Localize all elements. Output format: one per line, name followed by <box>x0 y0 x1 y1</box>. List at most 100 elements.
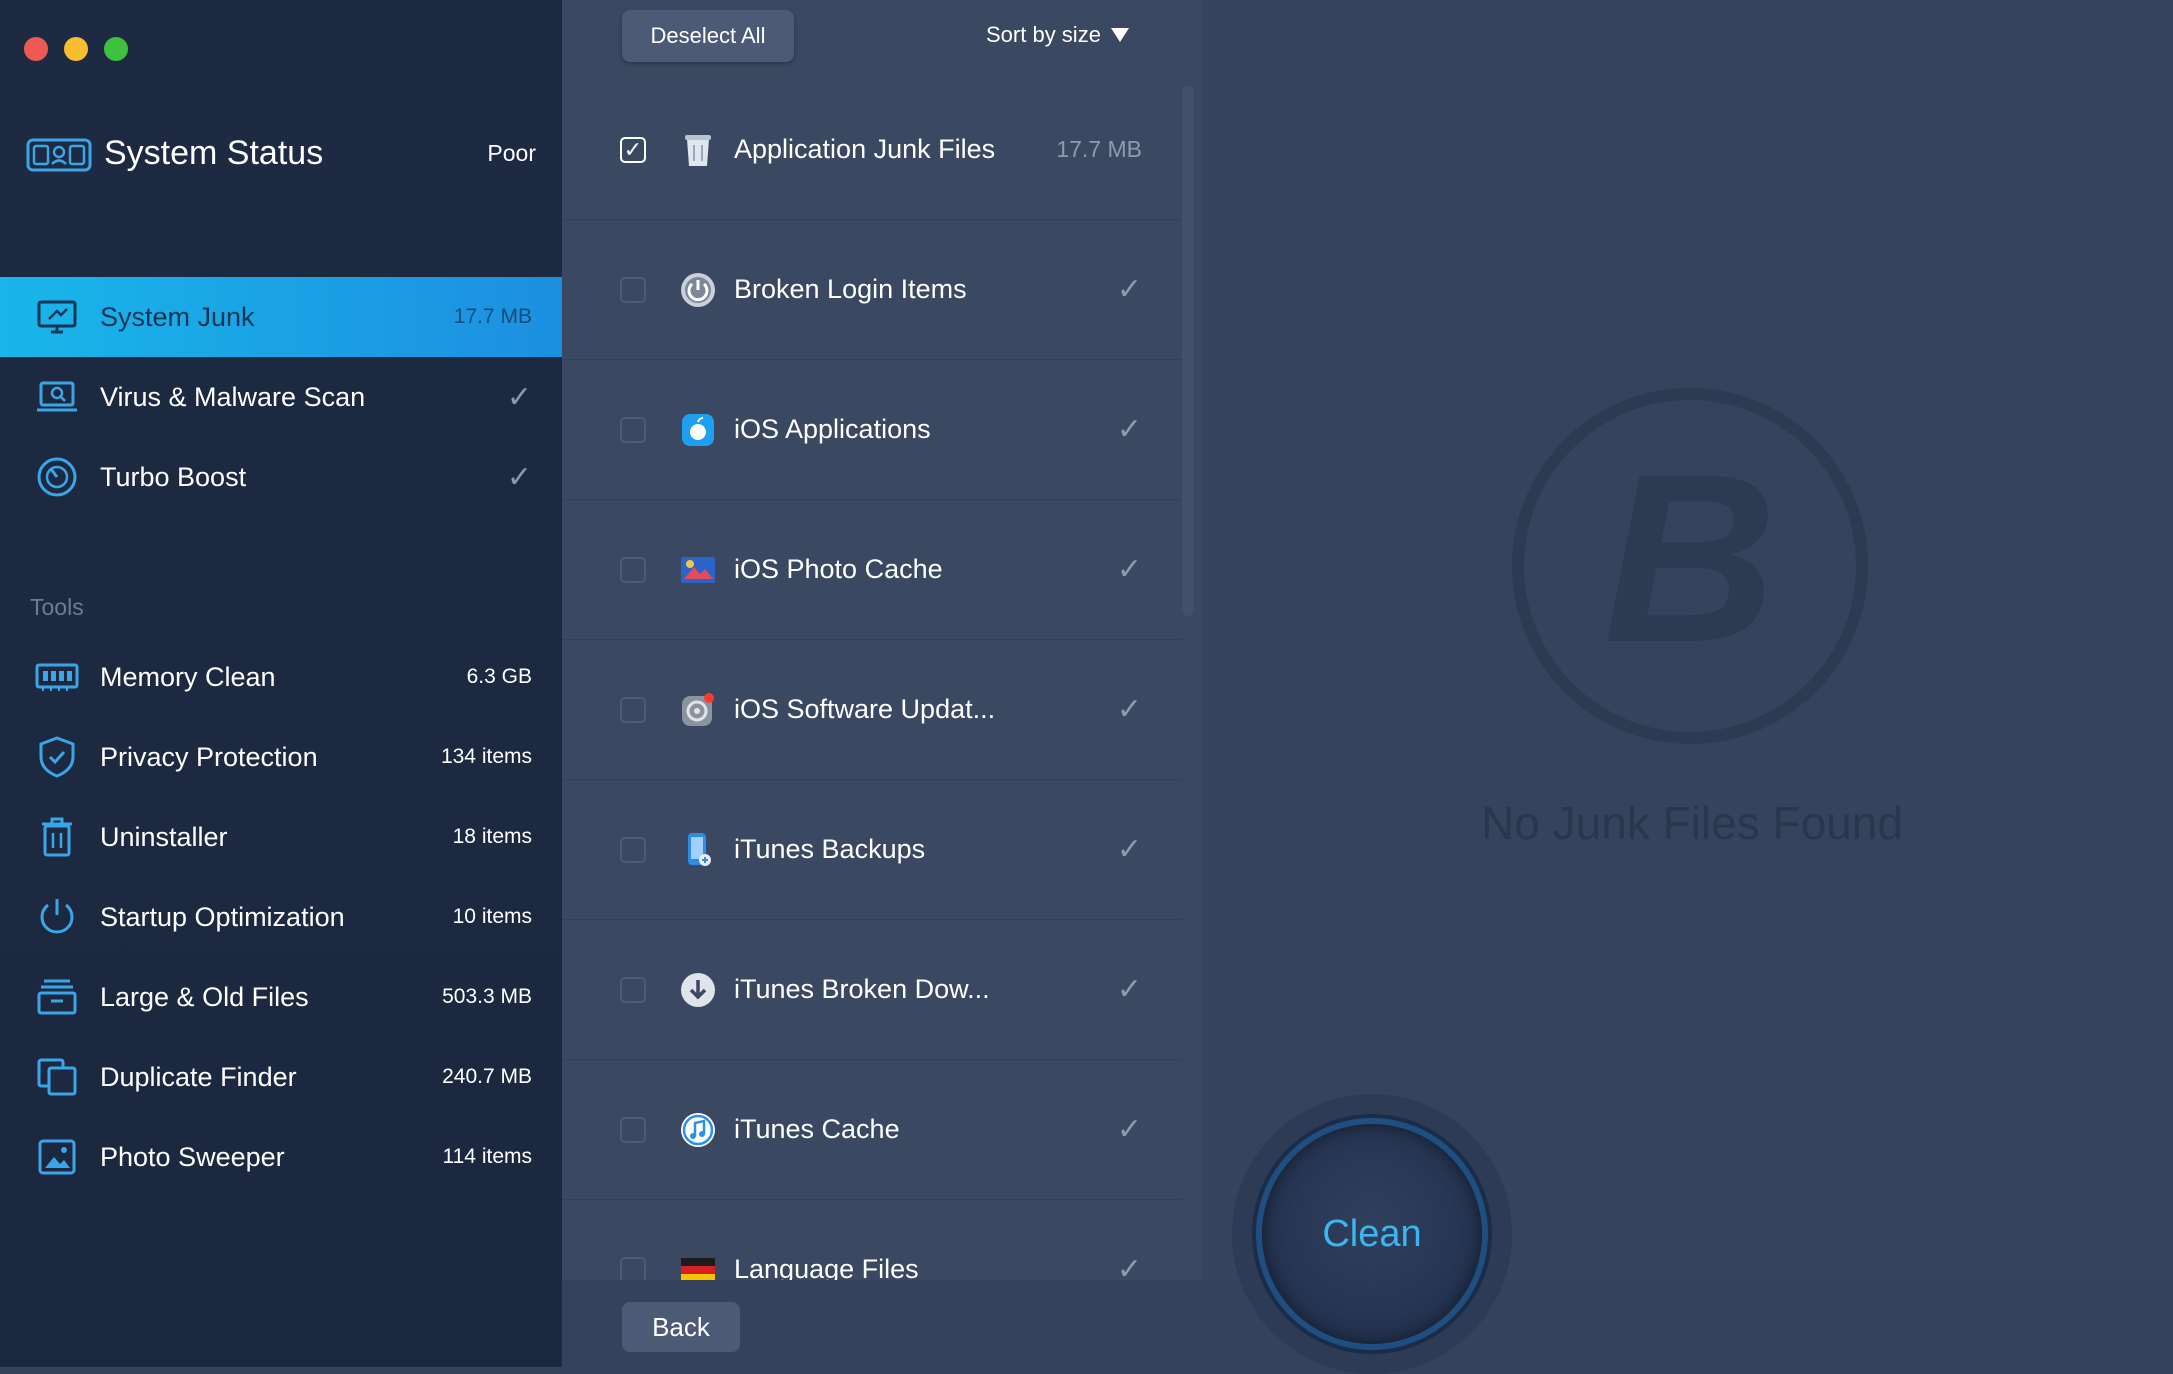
list-item[interactable]: iTunes Cache ✓ <box>562 1060 1182 1200</box>
clean-button[interactable]: Clean <box>1262 1124 1482 1344</box>
item-name: iTunes Cache <box>734 1114 900 1144</box>
checkmark-icon: ✓ <box>1116 553 1142 586</box>
item-size: 17.7 MB <box>1056 136 1142 162</box>
checkmark-icon: ✓ <box>1116 413 1142 446</box>
power-button-icon <box>678 270 718 310</box>
shield-icon <box>34 734 80 780</box>
power-icon <box>34 894 80 940</box>
nav-label: System Junk <box>100 301 255 332</box>
nav-turbo-boost[interactable]: Turbo Boost ✓ <box>0 437 562 517</box>
tool-startup-optimization[interactable]: Startup Optimization 10 items <box>0 877 562 957</box>
download-icon <box>678 970 718 1010</box>
item-name: iOS Photo Cache <box>734 554 943 584</box>
trash-icon <box>34 814 80 860</box>
list-item[interactable]: Broken Login Items ✓ <box>562 220 1182 360</box>
checkmark-icon: ✓ <box>1116 1253 1142 1280</box>
duplicate-icon <box>34 1054 80 1100</box>
zoom-window-button[interactable] <box>104 37 128 61</box>
item-checkbox[interactable] <box>620 696 646 723</box>
tool-value: 6.3 GB <box>466 665 532 688</box>
list-item[interactable]: iTunes Backups ✓ <box>562 780 1182 920</box>
deselect-all-button[interactable]: Deselect All <box>622 10 794 62</box>
tool-memory-clean[interactable]: Memory Clean 6.3 GB <box>0 637 562 717</box>
tool-privacy-protection[interactable]: Privacy Protection 134 items <box>0 717 562 797</box>
checkmark-icon: ✓ <box>1116 1113 1142 1146</box>
nav-virus-malware-scan[interactable]: Virus & Malware Scan ✓ <box>0 357 562 437</box>
junk-category-list: Application Junk Files 17.7 MB Broken Lo… <box>562 80 1182 1280</box>
checkmark-icon: ✓ <box>1116 833 1142 866</box>
nav-value: 17.7 MB <box>453 305 532 328</box>
item-name: iOS Software Updat... <box>734 694 996 724</box>
tool-value: 114 items <box>442 1145 533 1168</box>
tools-section-label: Tools <box>30 594 84 620</box>
checkmark-icon: ✓ <box>1116 973 1142 1006</box>
list-scrollbar[interactable] <box>1182 86 1194 616</box>
music-note-icon <box>678 1110 718 1150</box>
tool-value: 240.7 MB <box>442 1065 532 1088</box>
item-checkbox[interactable] <box>620 836 646 863</box>
monitor-icon <box>34 294 80 340</box>
sidebar: System Status Poor System Junk 17.7 MB V… <box>0 0 562 1367</box>
app-logo-icon: B <box>1512 388 1868 744</box>
item-name: iOS Applications <box>734 414 931 444</box>
list-item[interactable]: iOS Photo Cache ✓ <box>562 500 1182 640</box>
system-status-header[interactable]: System Status Poor <box>26 128 536 178</box>
photo-icon <box>34 1134 80 1180</box>
flag-icon <box>678 1250 718 1280</box>
list-item[interactable]: Application Junk Files 17.7 MB <box>562 80 1182 220</box>
laptop-scan-icon <box>34 374 80 420</box>
item-checkbox[interactable] <box>620 276 646 303</box>
logo-letter: B <box>1603 424 1776 692</box>
tool-label: Photo Sweeper <box>100 1141 285 1172</box>
speedometer-icon <box>34 454 80 500</box>
list-item[interactable]: iOS Software Updat... ✓ <box>562 640 1182 780</box>
item-checkbox[interactable] <box>620 1256 646 1280</box>
checkmark-icon: ✓ <box>506 380 532 414</box>
photo-cache-icon <box>678 550 718 590</box>
system-status-title: System Status <box>104 133 324 172</box>
close-window-button[interactable] <box>24 37 48 61</box>
tool-value: 18 items <box>452 825 532 848</box>
tool-label: Privacy Protection <box>100 741 318 772</box>
item-checkbox[interactable] <box>620 1116 646 1143</box>
item-checkbox[interactable] <box>620 136 646 163</box>
trash-can-icon <box>678 130 718 170</box>
system-status-icon <box>26 138 92 172</box>
list-item[interactable]: iTunes Broken Dow... ✓ <box>562 920 1182 1060</box>
nav-system-junk[interactable]: System Junk 17.7 MB <box>0 277 562 357</box>
item-name: Language Files <box>734 1254 919 1280</box>
tool-label: Memory Clean <box>100 661 276 692</box>
tool-photo-sweeper[interactable]: Photo Sweeper 114 items <box>0 1117 562 1197</box>
phone-backup-icon <box>678 830 718 870</box>
tool-value: 10 items <box>452 905 532 928</box>
nav-label: Virus & Malware Scan <box>100 381 366 412</box>
list-item[interactable]: Language Files ✓ <box>562 1200 1182 1280</box>
tool-duplicate-finder[interactable]: Duplicate Finder 240.7 MB <box>0 1037 562 1117</box>
settings-gear-icon <box>678 690 718 730</box>
tool-uninstaller[interactable]: Uninstaller 18 items <box>0 797 562 877</box>
item-checkbox[interactable] <box>620 556 646 583</box>
checkmark-icon: ✓ <box>1116 693 1142 726</box>
clean-label: Clean <box>1322 1212 1422 1255</box>
item-name: Broken Login Items <box>734 274 967 304</box>
item-checkbox[interactable] <box>620 976 646 1003</box>
checkmark-icon: ✓ <box>1116 273 1142 306</box>
item-name: iTunes Backups <box>734 834 926 864</box>
item-checkbox[interactable] <box>620 416 646 443</box>
item-name: Application Junk Files <box>734 134 996 164</box>
sort-label: Sort by size <box>986 22 1101 47</box>
memory-icon <box>34 654 80 700</box>
minimize-window-button[interactable] <box>64 37 88 61</box>
system-status-value: Poor <box>487 139 536 166</box>
tool-large-old-files[interactable]: Large & Old Files 503.3 MB <box>0 957 562 1037</box>
sort-dropdown[interactable]: Sort by size <box>986 22 1129 48</box>
item-name: iTunes Broken Dow... <box>734 974 990 1004</box>
back-button[interactable]: Back <box>622 1302 740 1352</box>
triangle-down-icon <box>1110 28 1129 42</box>
list-item[interactable]: iOS Applications ✓ <box>562 360 1182 500</box>
window-controls <box>24 37 128 61</box>
tool-label: Duplicate Finder <box>100 1061 297 1092</box>
empty-state-text: No Junk Files Found <box>1481 797 1903 849</box>
tool-label: Large & Old Files <box>100 981 309 1012</box>
tool-value: 503.3 MB <box>442 985 532 1008</box>
